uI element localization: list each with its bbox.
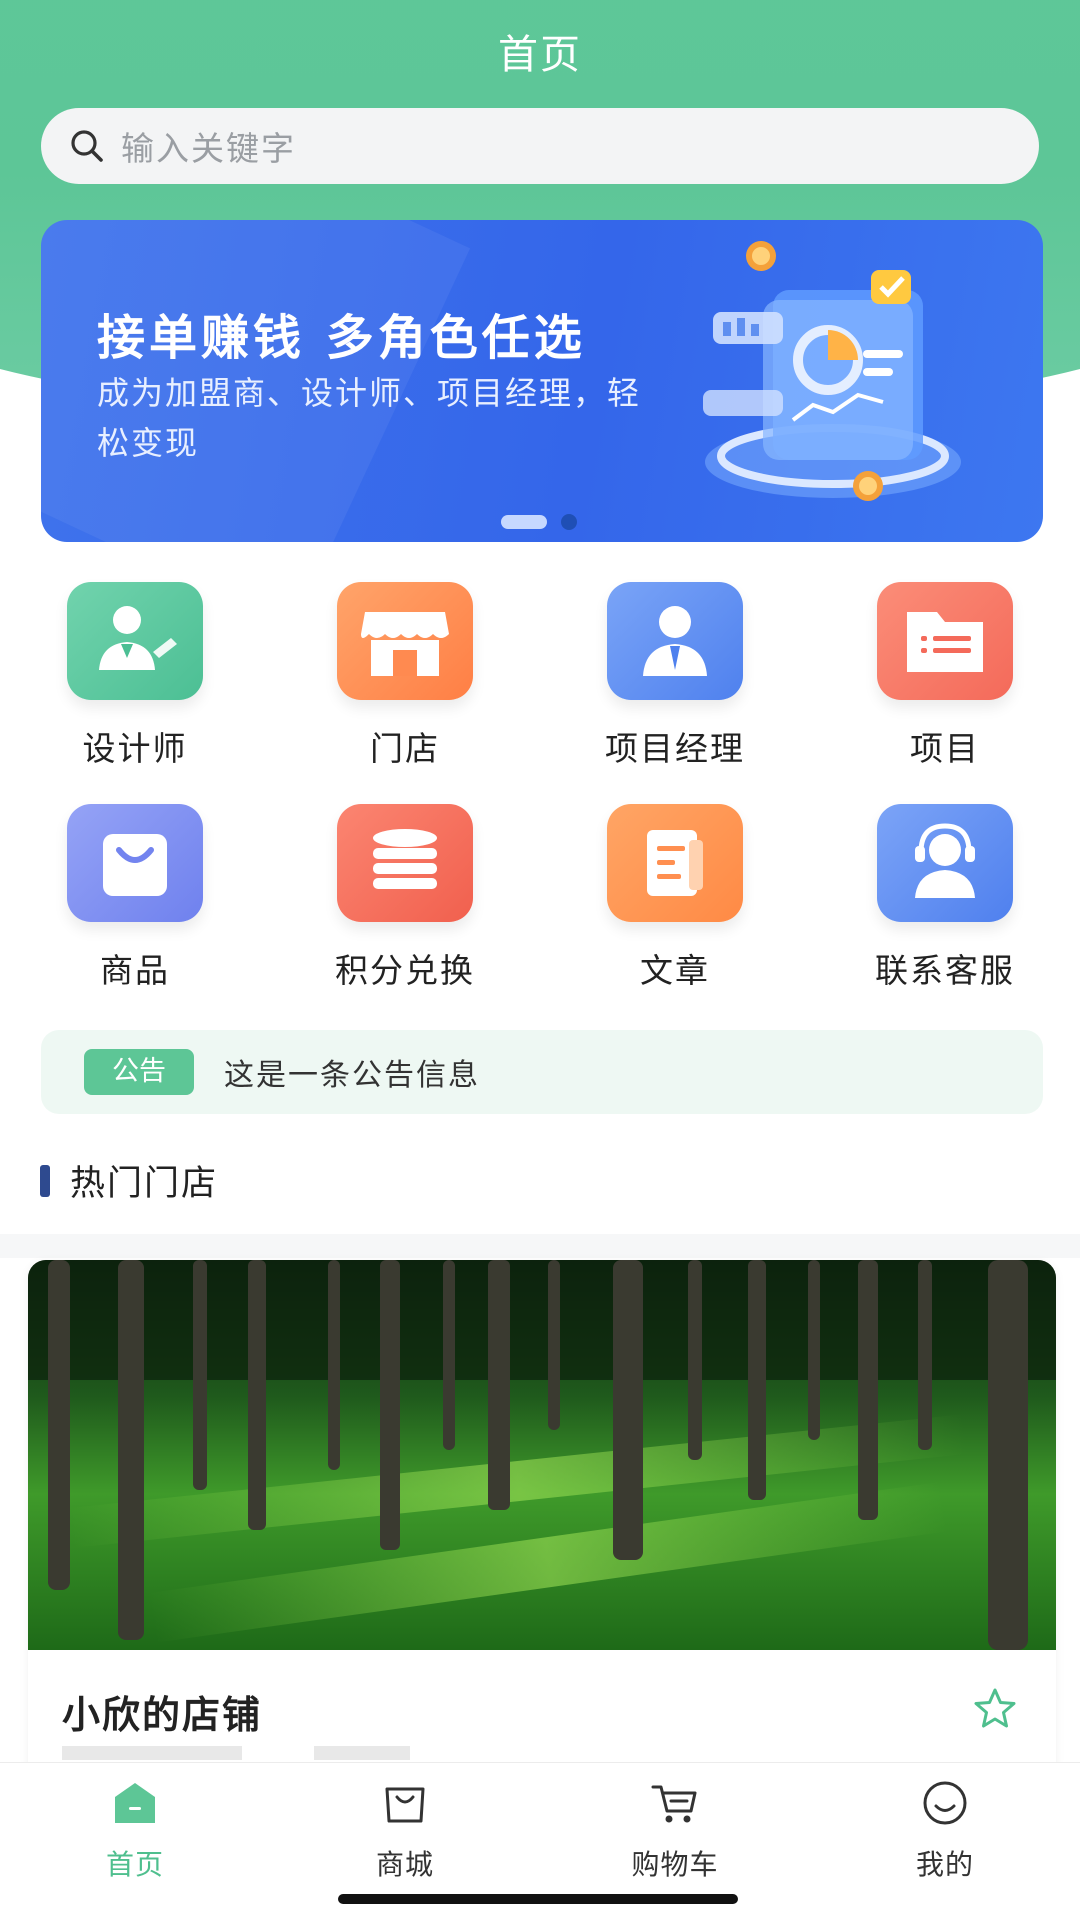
section-accent-bar	[40, 1164, 50, 1197]
menu-label: 设计师	[82, 729, 188, 768]
menu-item-articles[interactable]: 文章	[555, 804, 795, 992]
pagination-dot[interactable]	[561, 514, 577, 530]
banner-subtitle: 成为加盟商、设计师、项目经理，轻松变现	[97, 374, 642, 462]
coins-icon	[337, 804, 473, 922]
pagination-dot-active[interactable]	[501, 515, 547, 529]
banner-pagination[interactable]	[501, 514, 577, 530]
menu-item-points-exchange[interactable]: 积分兑换	[285, 804, 525, 992]
shop-icon	[385, 1787, 425, 1823]
tab-label: 商城	[375, 1848, 434, 1881]
cart-icon	[651, 1785, 697, 1823]
menu-item-project-manager[interactable]: 项目经理	[555, 582, 795, 770]
menu-label: 文章	[640, 951, 710, 990]
designer-icon	[67, 582, 203, 700]
menu-item-customer-service[interactable]: 联系客服	[825, 804, 1065, 992]
menu-item-project[interactable]: 项目	[825, 582, 1065, 770]
support-icon	[877, 804, 1013, 922]
home-icon	[115, 1783, 155, 1823]
menu-label: 积分兑换	[335, 951, 475, 990]
search-bar[interactable]: 输入关键字	[41, 108, 1039, 184]
page-title: 首页	[498, 32, 582, 78]
menu-label: 项目经理	[605, 729, 745, 768]
banner-illustration	[703, 241, 961, 501]
store-photo	[28, 1260, 1056, 1650]
menu-label: 商品	[100, 951, 170, 990]
section-divider	[0, 1234, 1080, 1258]
article-icon	[607, 804, 743, 922]
store-info-placeholder	[62, 1746, 662, 1760]
search-placeholder: 输入关键字	[121, 129, 296, 168]
folder-icon	[877, 582, 1013, 700]
menu-label: 联系客服	[875, 951, 1015, 990]
menu-item-goods[interactable]: 商品	[15, 804, 255, 992]
tab-profile[interactable]: 我的	[810, 1775, 1080, 1883]
promo-banner[interactable]: 接单赚钱 多角色任选 成为加盟商、设计师、项目经理，轻松变现	[41, 220, 1043, 542]
section-title-text: 热门门店	[70, 1164, 219, 1204]
tab-label: 我的	[915, 1848, 974, 1881]
store-icon	[337, 582, 473, 700]
announcement-bar[interactable]: 公告 这是一条公告信息	[41, 1030, 1043, 1114]
menu-item-designer[interactable]: 设计师	[15, 582, 255, 770]
menu-label: 项目	[910, 729, 980, 768]
menu-label: 门店	[370, 729, 440, 768]
hot-stores-heading: 热门门店	[40, 1155, 218, 1206]
home-indicator	[338, 1894, 738, 1904]
announcement-badge: 公告	[84, 1049, 194, 1095]
star-outline-icon[interactable]	[972, 1686, 1018, 1732]
menu-item-store[interactable]: 门店	[285, 582, 525, 770]
store-card[interactable]: 小欣的店铺	[28, 1260, 1056, 1780]
store-name: 小欣的店铺	[62, 1693, 263, 1737]
manager-icon	[607, 582, 743, 700]
announcement-text: 这是一条公告信息	[224, 1058, 480, 1093]
tab-home[interactable]: 首页	[0, 1775, 270, 1883]
tab-label: 首页	[105, 1848, 164, 1881]
banner-title: 接单赚钱 多角色任选	[97, 310, 586, 366]
tab-cart[interactable]: 购物车	[540, 1775, 810, 1883]
home-page: 首页 输入关键字 接单赚钱 多角色任选 成为加盟商、设计师、项目经理，轻松变现	[0, 0, 1080, 1920]
bag-icon	[67, 804, 203, 922]
search-icon	[71, 130, 103, 162]
tab-shop[interactable]: 商城	[270, 1775, 540, 1883]
profile-icon	[923, 1781, 967, 1825]
tab-label: 购物车	[631, 1848, 719, 1881]
